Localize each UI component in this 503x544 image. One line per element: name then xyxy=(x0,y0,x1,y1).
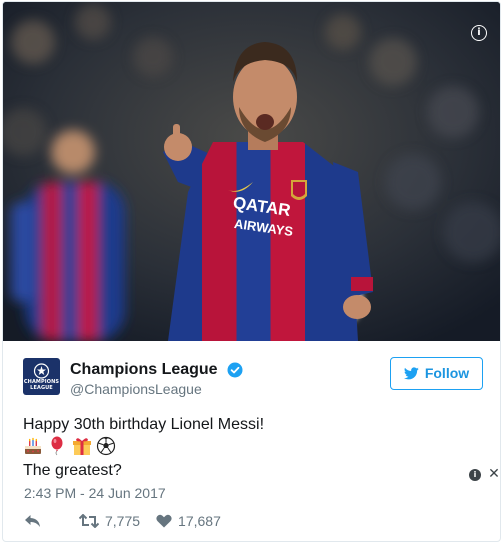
follow-label: Follow xyxy=(424,365,470,381)
embedded-tweet-card: QATAR AIRWAYS i CHAMPIONS LEAGUE Champio… xyxy=(2,1,501,542)
heart-icon xyxy=(156,514,172,528)
retweet-button[interactable]: 7,775 xyxy=(79,512,140,530)
tweet-photo[interactable]: QATAR AIRWAYS i xyxy=(3,2,500,341)
twitter-bird-icon xyxy=(403,367,419,380)
retweet-icon xyxy=(79,514,99,528)
name-row[interactable]: Champions League xyxy=(70,360,243,380)
avatar[interactable]: CHAMPIONS LEAGUE xyxy=(23,358,60,395)
avatar-label: CHAMPIONS LEAGUE xyxy=(23,379,60,391)
follow-button[interactable]: Follow xyxy=(390,357,483,390)
tweet-header: CHAMPIONS LEAGUE Champions League @Champ… xyxy=(23,356,483,400)
media-info-icon[interactable]: i xyxy=(471,25,487,41)
like-count: 17,687 xyxy=(178,513,221,529)
emoji-row xyxy=(23,436,483,460)
verified-badge-icon xyxy=(227,362,243,378)
reply-icon xyxy=(25,515,40,527)
tweet-actions: 7,775 17,687 xyxy=(24,510,221,532)
tweet-text: Happy 30th birthday Lionel Messi! The gr… xyxy=(23,414,483,482)
tweet-text-line-1: Happy 30th birthday Lionel Messi! xyxy=(23,416,265,433)
player-celebration-image: QATAR AIRWAYS xyxy=(3,2,500,341)
tweet-timestamp[interactable]: 2:43 PM - 24 Jun 2017 xyxy=(24,484,166,502)
reply-button[interactable] xyxy=(24,514,44,528)
birthday-cake-icon xyxy=(25,437,41,454)
close-icon[interactable]: ✕ xyxy=(488,466,500,482)
gift-icon xyxy=(72,438,91,455)
tweet-text-line-2: The greatest? xyxy=(23,462,122,479)
retweet-count: 7,775 xyxy=(105,513,141,529)
balloon-icon xyxy=(51,436,63,456)
soccer-ball-icon xyxy=(97,436,116,456)
user-handle[interactable]: @ChampionsLeague xyxy=(70,380,202,398)
like-button[interactable]: 17,687 xyxy=(156,512,221,530)
display-name[interactable]: Champions League xyxy=(70,361,218,378)
ads-info-icon[interactable]: i xyxy=(469,469,481,481)
